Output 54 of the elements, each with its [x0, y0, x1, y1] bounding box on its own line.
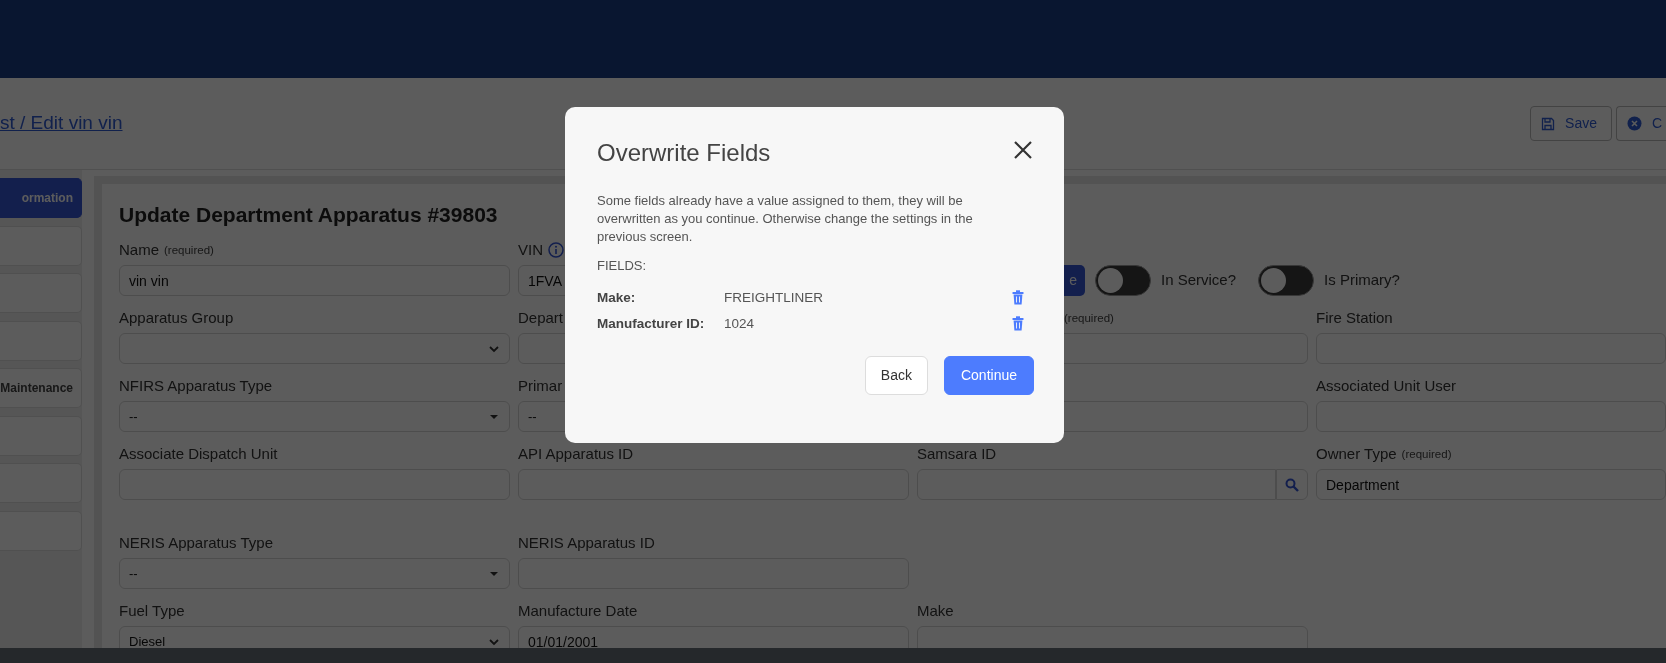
field-label: Associated Unit User — [1316, 375, 1457, 396]
dialog-title: Overwrite Fields — [597, 139, 771, 168]
back-button[interactable]: Back — [864, 356, 928, 396]
toggle-label: In Service? — [1161, 270, 1237, 291]
field-label: NFIRS Apparatus Type — [119, 375, 273, 396]
delete-button[interactable] — [1012, 289, 1026, 306]
cancel-button[interactable]: C — [1616, 106, 1666, 141]
field-label: Name — [119, 239, 159, 260]
field-label: API Apparatus ID — [518, 443, 634, 464]
input-field[interactable]: vin vin — [119, 265, 510, 297]
fields-heading: FIELDS: — [597, 256, 648, 275]
field-name: Manufacturer ID: — [597, 314, 706, 333]
field-label: Associate Dispatch Unit — [119, 443, 278, 464]
sidebar-tab[interactable]: Maintenance — [0, 368, 82, 408]
field-name: Make: — [597, 288, 637, 307]
field-label: Fuel Type — [119, 600, 185, 621]
input-field[interactable]: Department — [1316, 469, 1666, 501]
form-title: Update Department Apparatus #39803 — [119, 202, 498, 228]
required-note: (required) — [1401, 446, 1452, 462]
close-circle-icon — [1627, 116, 1642, 131]
close-icon — [1012, 139, 1034, 161]
field-label: Primar — [518, 375, 563, 396]
save-icon — [1541, 116, 1556, 131]
toggle-switch[interactable] — [1258, 265, 1315, 297]
field-label: Depart — [518, 307, 564, 328]
close-button[interactable] — [1012, 139, 1034, 161]
toggle-switch[interactable] — [1095, 265, 1151, 297]
breadcrumb-link[interactable]: st / Edit vin vin — [0, 109, 123, 138]
field-value: FREIGHTLINER — [724, 288, 824, 307]
delete-button[interactable] — [1012, 315, 1026, 332]
required-note: (required) — [1064, 310, 1114, 326]
field-label: Fire Station — [1316, 307, 1393, 328]
field-label: Samsara ID — [917, 443, 997, 464]
toggle-label: Is Primary? — [1324, 270, 1400, 291]
field-label: NERIS Apparatus Type — [119, 532, 273, 553]
continue-button[interactable]: Continue — [943, 356, 1034, 396]
field-value: 1024 — [724, 314, 756, 333]
field-label: VIN — [518, 239, 543, 260]
select-field[interactable] — [119, 333, 510, 365]
select-field[interactable]: -- — [119, 558, 510, 590]
trash-icon — [1012, 289, 1024, 305]
save-button[interactable]: Save — [1530, 106, 1612, 141]
required-note: (required) — [164, 242, 214, 258]
field-label: NERIS Apparatus ID — [518, 532, 655, 553]
select-field[interactable]: -- — [119, 401, 510, 433]
search-button[interactable] — [1276, 469, 1308, 501]
field-label: Owner Type — [1316, 443, 1397, 464]
trash-icon — [1012, 315, 1024, 331]
field-label: Manufacture Date — [518, 600, 638, 621]
field-label: Make — [917, 600, 954, 621]
search-icon — [1285, 477, 1299, 492]
field-label: Apparatus Group — [119, 307, 234, 328]
dialog-message: Some fields already have a value assigned to them, they will be overwritten as you continue. Otherwise change the settings in the previous screen. — [597, 191, 974, 246]
sidebar-tab[interactable]: ormation — [0, 178, 82, 218]
